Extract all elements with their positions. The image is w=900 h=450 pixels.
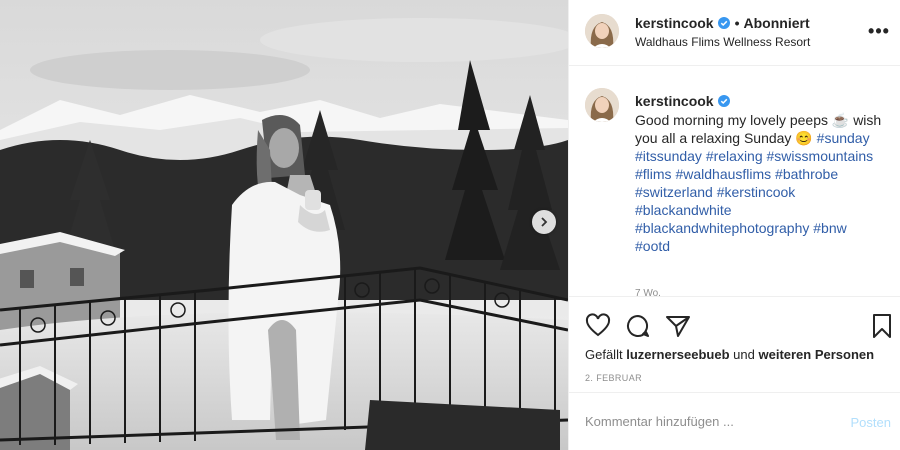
post-header: kerstincook • Abonniert Waldhaus Flims W… (569, 0, 900, 66)
black-and-white-balcony-photo (0, 0, 568, 450)
post-photo[interactable] (0, 0, 568, 450)
follow-status-button[interactable]: Abonniert (744, 15, 810, 31)
header-title-row: kerstincook • Abonniert (635, 15, 810, 31)
chevron-right-icon (541, 217, 548, 227)
avatar[interactable] (585, 88, 619, 122)
username-link[interactable]: kerstincook (635, 15, 714, 31)
location-link[interactable]: Waldhaus Flims Wellness Resort (635, 35, 810, 49)
verified-badge-icon (717, 95, 730, 107)
caption-username-link[interactable]: kerstincook (635, 93, 714, 109)
comment-form: Posten (569, 392, 900, 450)
likes-and: und (733, 347, 755, 362)
likes-others-link[interactable]: weiteren Personen (758, 347, 874, 362)
likes-user-link[interactable]: luzernerseebueb (626, 347, 729, 362)
caption-username-row: kerstincook (635, 93, 730, 109)
comment-bubble-icon[interactable] (625, 313, 651, 339)
post-date[interactable]: 2. FEBRUAR (585, 373, 642, 383)
separator-dot: • (734, 15, 740, 31)
avatar[interactable] (585, 14, 619, 48)
likes-prefix: Gefällt (585, 347, 623, 362)
caption-text-block: Good morning my lovely peeps ☕️ wish you… (635, 111, 885, 255)
comment-input[interactable] (585, 414, 825, 429)
post-comment-button[interactable]: Posten (851, 415, 891, 430)
verified-badge-icon (717, 17, 730, 29)
paper-plane-icon[interactable] (665, 313, 691, 339)
caption-time-ago: 7 Wo. (635, 288, 661, 296)
bookmark-icon[interactable] (869, 313, 895, 339)
post-side-panel: kerstincook • Abonniert Waldhaus Flims W… (568, 0, 900, 450)
likes-summary: Gefällt luzernerseebueb und weiteren Per… (585, 347, 874, 362)
post-actions-area: Gefällt luzernerseebueb und weiteren Per… (569, 296, 900, 391)
heart-icon[interactable] (585, 313, 611, 339)
caption-hashtags[interactable]: #sunday #itssunday #relaxing #swissmount… (635, 130, 873, 254)
caption-area: kerstincook Good morning my lovely peeps… (569, 66, 900, 296)
carousel-next-button[interactable] (532, 210, 556, 234)
more-options-button[interactable]: ••• (867, 20, 891, 44)
